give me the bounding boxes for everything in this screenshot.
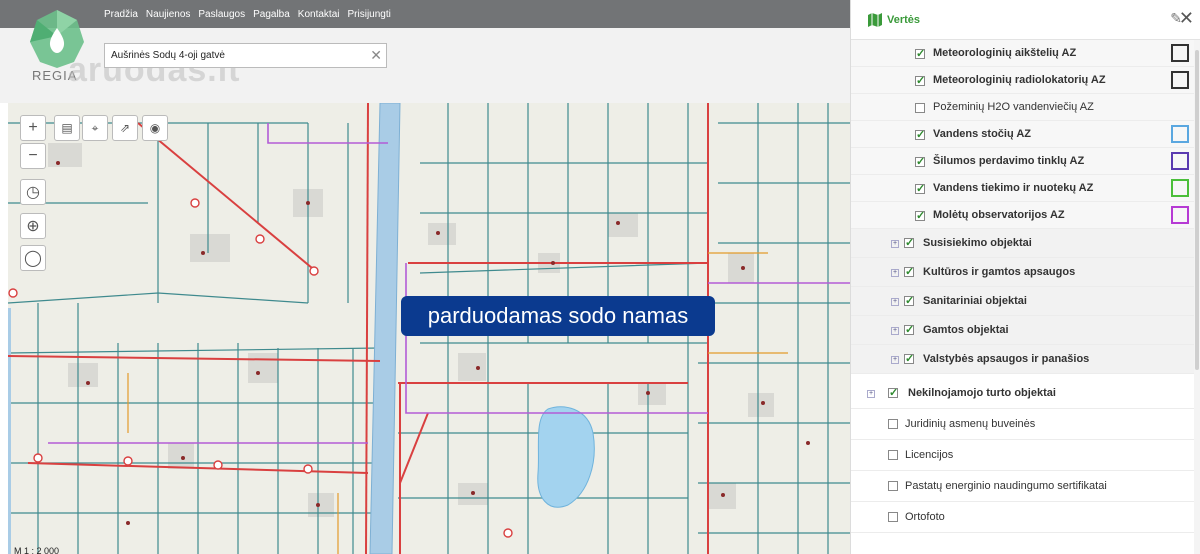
top-group-label: Ortofoto [905, 511, 945, 523]
legend-swatch [1171, 44, 1189, 62]
group-label: Sanitariniai objektai [923, 295, 1027, 307]
nav-item-pradzia[interactable]: Pradžia [104, 9, 138, 20]
layers-panel: Vertės ✎ ✕ Meteorologinių aikštelių AZ Me… [850, 0, 1200, 554]
layer-row[interactable]: Vandens tiekimo ir nuotekų AZ [851, 175, 1200, 202]
top-group-checkbox[interactable] [888, 386, 898, 399]
top-group-row[interactable]: + Nekilnojamojo turto objektai [851, 378, 1200, 409]
top-group-label: Juridinių asmenų buveinės [905, 418, 1036, 430]
layers-panel-header: Vertės ✎ ✕ [851, 0, 1200, 40]
nav-item-naujienos[interactable]: Naujienos [146, 9, 190, 20]
nav-item-paslaugos[interactable]: Paslaugos [198, 9, 245, 20]
layer-label: Šilumos perdavimo tinklų AZ [933, 155, 1085, 167]
main-nav: Pradžia Naujienos Paslaugos Pagalba Kont… [104, 0, 391, 28]
top-group-checkbox[interactable] [888, 512, 898, 522]
panel-scrollbar[interactable] [1194, 40, 1200, 554]
top-group-row[interactable]: Pastatų energinio naudingumo sertifikata… [851, 471, 1200, 502]
zoom-in-icon[interactable]: + [20, 115, 46, 141]
map-scale-text: M 1 : 2 000 [14, 546, 60, 554]
top-group-checkbox[interactable] [888, 481, 898, 491]
expand-icon[interactable]: + [891, 240, 899, 248]
layer-checkbox[interactable] [915, 47, 925, 60]
layer-checkbox[interactable] [915, 155, 925, 168]
layer-label: Molėtų observatorijos AZ [933, 209, 1065, 221]
top-navigation-bar: Pradžia Naujienos Paslaugos Pagalba Kont… [0, 0, 850, 28]
map-canvas[interactable]: + − ◷ ⊕ ◯ ▤ ⌖ ⇗ ◉ parduodamas sodo namas [8, 103, 850, 554]
layer-row[interactable]: Meteorologinių radiolokatorių AZ [851, 67, 1200, 94]
map-scale: M 1 : 2 000 [14, 546, 59, 554]
close-icon[interactable]: ✕ [370, 47, 382, 64]
layer-label: Vandens stočių AZ [933, 128, 1032, 140]
compass-icon[interactable]: ◷ [20, 179, 46, 205]
group-label: Gamtos objektai [923, 324, 1009, 336]
nav-item-kontaktai[interactable]: Kontaktai [298, 9, 340, 20]
nav-item-pagalba[interactable]: Pagalba [253, 9, 290, 20]
close-panel-icon[interactable]: ✕ [1179, 8, 1194, 29]
expand-icon[interactable]: + [891, 298, 899, 306]
locate-icon[interactable]: ⊕ [20, 213, 46, 239]
group-checkbox[interactable] [904, 352, 914, 365]
top-group-row[interactable]: Ortofoto [851, 502, 1200, 533]
legend-swatch [1171, 152, 1189, 170]
group-label: Kultūros ir gamtos apsaugos [923, 266, 1076, 278]
layer-group-row[interactable]: + Kultūros ir gamtos apsaugos [851, 258, 1200, 287]
layer-label: Požeminių H2O vandenviečių AZ [933, 101, 1094, 113]
app: Pradžia Naujienos Paslaugos Pagalba Kont… [0, 0, 1200, 554]
zoom-out-icon[interactable]: − [20, 143, 46, 169]
legend-swatch [1171, 125, 1189, 143]
layer-group-row[interactable]: + Sanitariniai objektai [851, 287, 1200, 316]
layer-checkbox[interactable] [915, 128, 925, 141]
group-checkbox[interactable] [904, 294, 914, 307]
nav-item-prisijungti[interactable]: Prisijungti [348, 9, 391, 20]
group-checkbox[interactable] [904, 323, 914, 336]
measure-icon[interactable]: ▤ [54, 115, 80, 141]
expand-icon[interactable]: + [891, 269, 899, 277]
layer-checkbox[interactable] [915, 182, 925, 195]
expand-icon[interactable]: + [867, 390, 875, 398]
top-group-label: Nekilnojamojo turto objektai [908, 387, 1056, 399]
layer-label: Meteorologinių radiolokatorių AZ [933, 74, 1106, 86]
panel-title: Vertės [887, 13, 921, 26]
layer-checkbox[interactable] [915, 209, 925, 222]
layer-row[interactable]: Šilumos perdavimo tinklų AZ [851, 148, 1200, 175]
layer-label: Meteorologinių aikštelių AZ [933, 47, 1077, 59]
export-icon[interactable]: ⇗ [112, 115, 138, 141]
expand-icon[interactable]: + [891, 356, 899, 364]
top-group-row[interactable]: Juridinių asmenų buveinės [851, 409, 1200, 440]
legend-swatch [1171, 206, 1189, 224]
layer-label: Vandens tiekimo ir nuotekų AZ [933, 182, 1094, 194]
group-label: Valstybės apsaugos ir panašios [923, 353, 1090, 365]
top-group-checkbox[interactable] [888, 419, 898, 429]
top-group-row[interactable]: Licencijos [851, 440, 1200, 471]
legend-swatch [1171, 71, 1189, 89]
group-checkbox[interactable] [904, 265, 914, 278]
scrollbar-thumb[interactable] [1195, 50, 1199, 370]
sale-callout: parduodamas sodo namas [401, 296, 715, 336]
select-area-icon[interactable]: ◯ [20, 245, 46, 271]
layer-checkbox[interactable] [915, 74, 925, 87]
group-checkbox[interactable] [904, 236, 914, 249]
group-label: Susisiekimo objektai [923, 237, 1032, 249]
layer-checkbox[interactable] [915, 102, 925, 113]
address-search-input[interactable] [105, 44, 355, 67]
layer-group-row[interactable]: + Valstybės apsaugos ir panašios [851, 345, 1200, 374]
layer-row[interactable]: Požeminių H2O vandenviečių AZ [851, 94, 1200, 121]
map-icon [868, 13, 882, 27]
layer-group-row[interactable]: + Susisiekimo objektai [851, 229, 1200, 258]
target-icon[interactable]: ◉ [142, 115, 168, 141]
expand-icon[interactable]: + [891, 327, 899, 335]
legend-swatch [1171, 179, 1189, 197]
top-group-checkbox[interactable] [888, 450, 898, 460]
marker-icon[interactable]: ⌖ [82, 115, 108, 141]
layer-row[interactable]: Molėtų observatorijos AZ [851, 202, 1200, 229]
top-group-label: Licencijos [905, 449, 954, 461]
layer-row[interactable]: Meteorologinių aikštelių AZ [851, 40, 1200, 67]
address-search-box[interactable]: ✕ [104, 43, 387, 68]
layer-group-row[interactable]: + Gamtos objektai [851, 316, 1200, 345]
top-group-label: Pastatų energinio naudingumo sertifikata… [905, 480, 1107, 492]
layer-row[interactable]: Vandens stočių AZ [851, 121, 1200, 148]
